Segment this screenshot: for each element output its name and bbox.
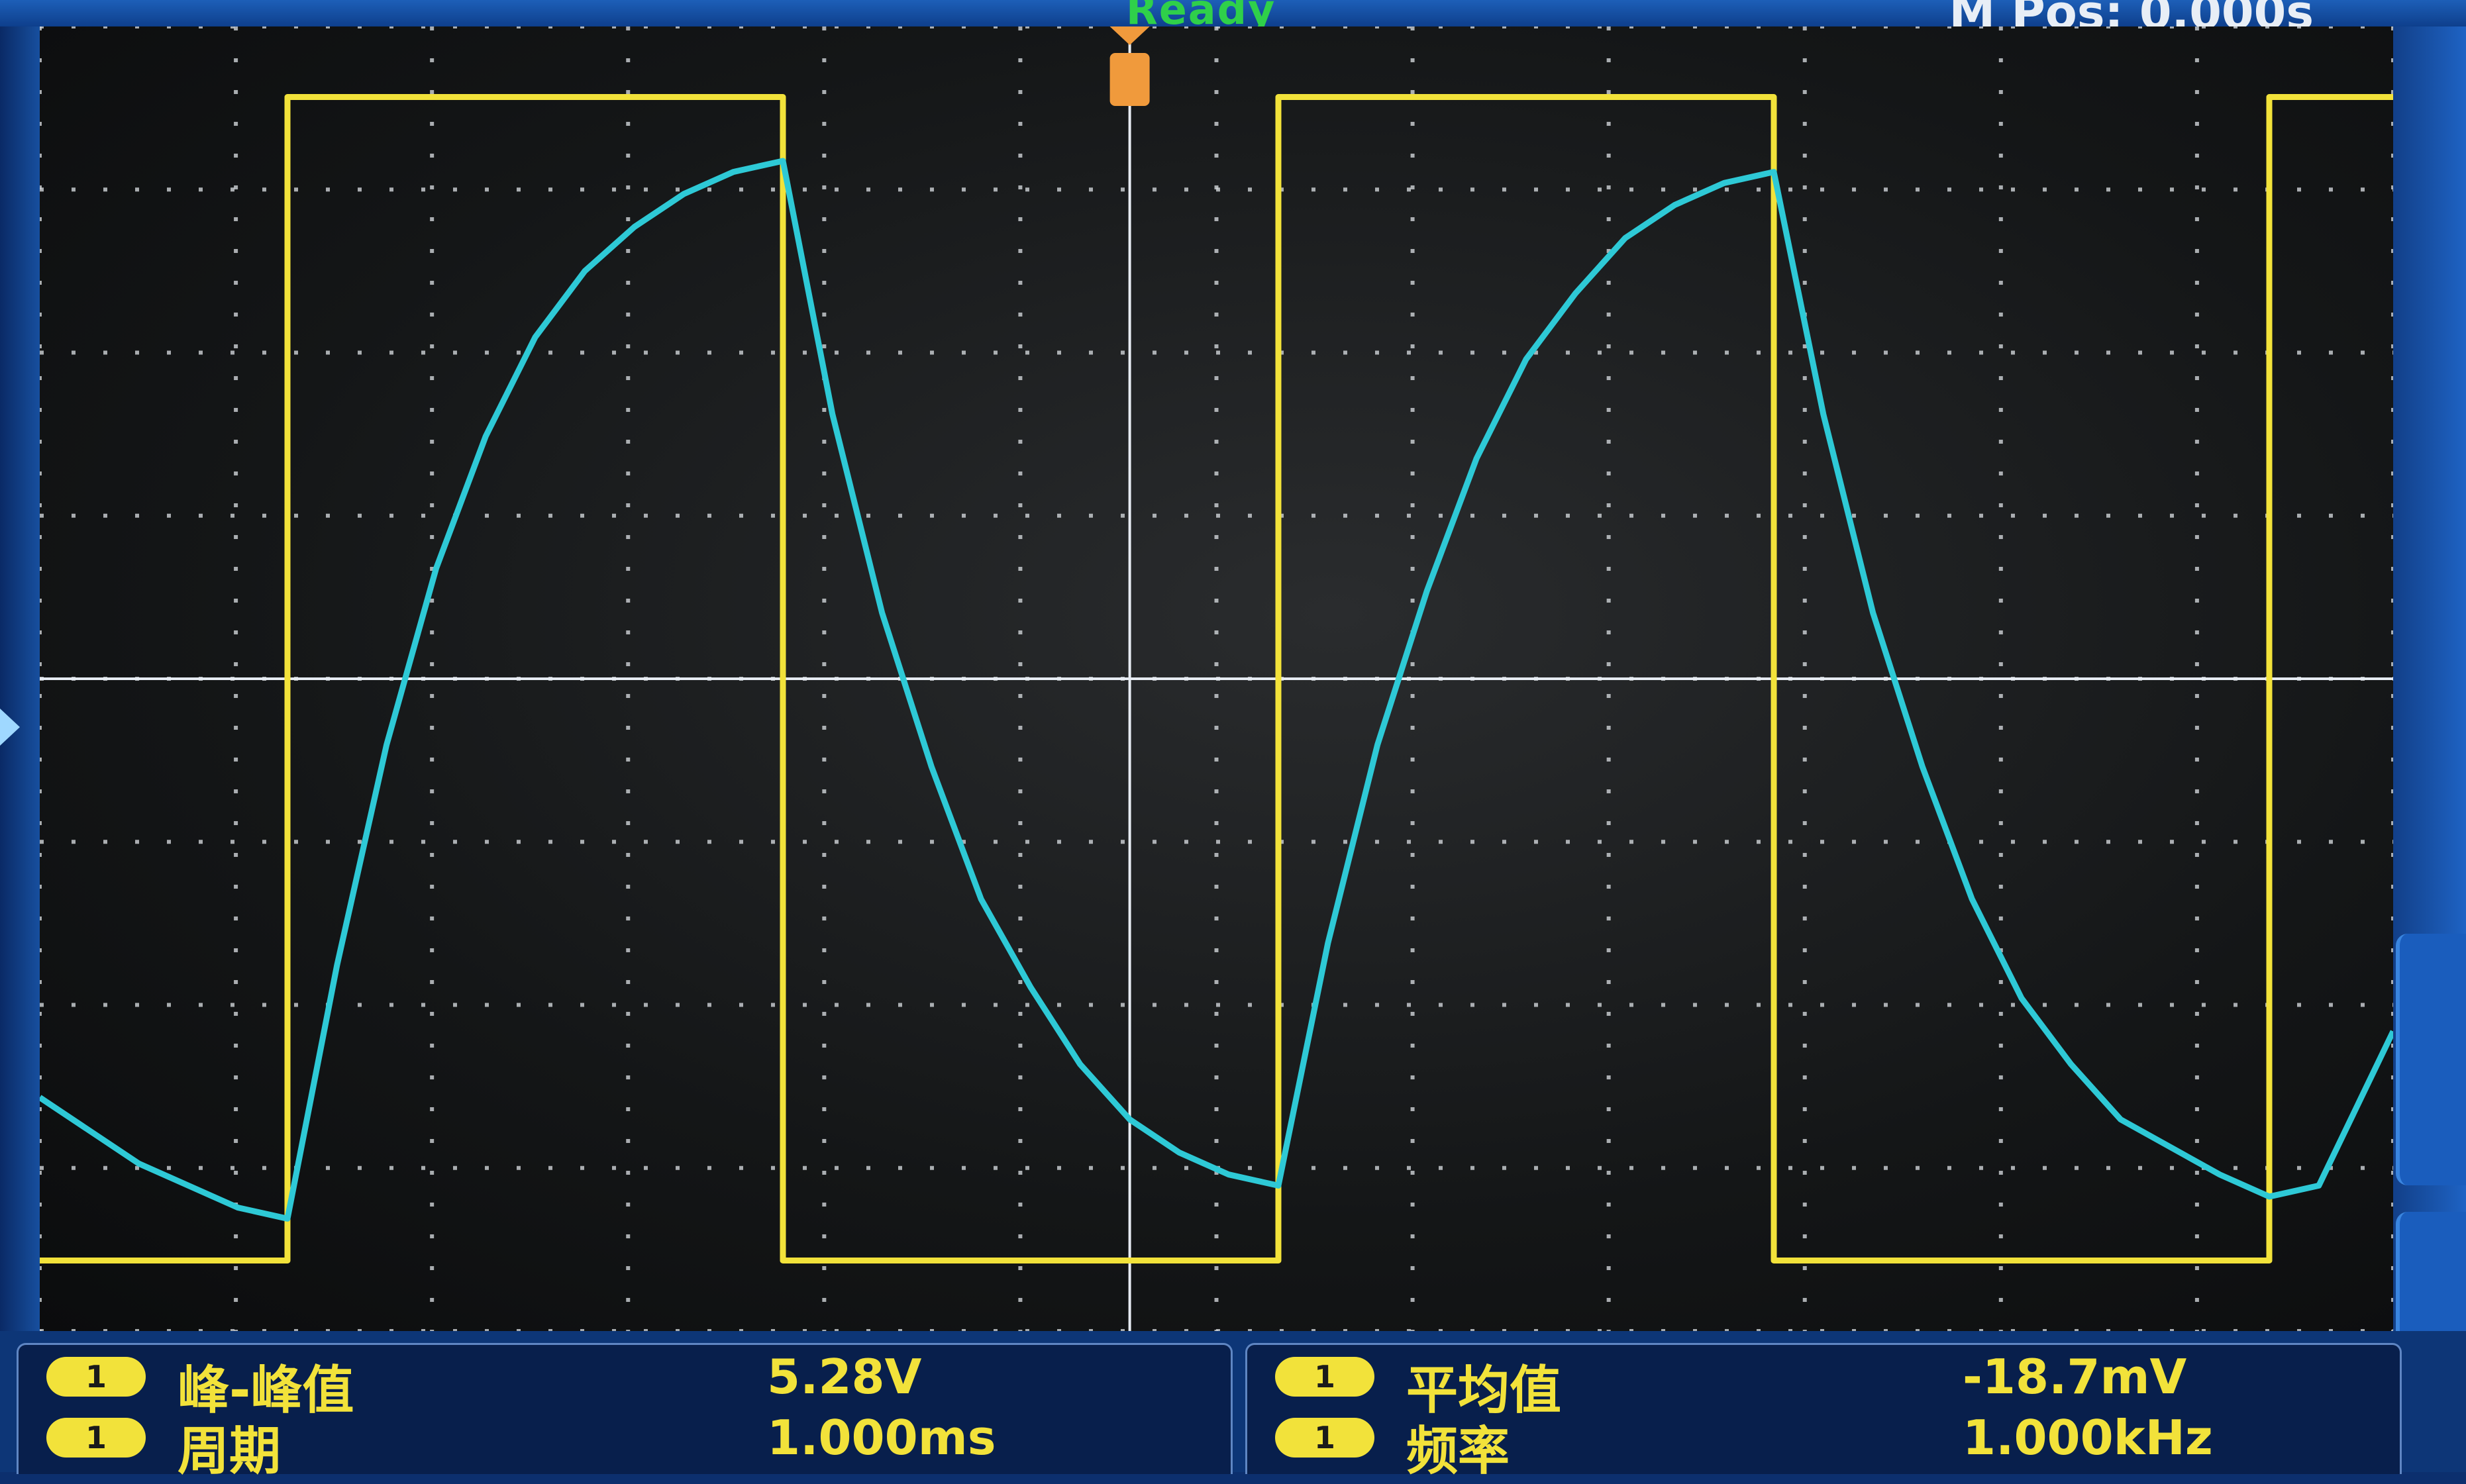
graticule xyxy=(40,26,2393,1331)
trigger-arrow-icon xyxy=(1109,26,1150,45)
measurement-row: 1 峰-峰值 5.28V xyxy=(19,1348,1231,1420)
right-softkey-rail xyxy=(2393,26,2466,1472)
measurement-value: 5.28V xyxy=(767,1349,922,1405)
channel-badge: 1 xyxy=(46,1418,146,1458)
measurement-row: 1 周期 1.000ms xyxy=(19,1409,1231,1481)
channel-level-marker-icon xyxy=(0,709,20,746)
measurement-bar: 1 峰-峰值 5.28V 1 周期 1.000ms 1 平均值 -18.7mV … xyxy=(0,1331,2466,1481)
oscilloscope-chart xyxy=(40,26,2393,1331)
measurement-label: 频率 xyxy=(1406,1422,1510,1481)
top-status-bar: Ready M Pos: 0.000s xyxy=(0,0,2466,40)
softkey-tab-1[interactable] xyxy=(2396,934,2466,1185)
measurement-row: 1 平均值 -18.7mV xyxy=(1247,1348,2400,1420)
trigger-marker xyxy=(1109,26,1150,106)
measurement-value: -18.7mV xyxy=(1963,1349,2187,1405)
waveform-ch2 xyxy=(40,158,2393,1222)
left-rail xyxy=(0,26,40,1331)
measurement-label: 周期 xyxy=(178,1422,282,1481)
channel-badge: 1 xyxy=(46,1357,146,1397)
measurement-value: 1.000kHz xyxy=(1963,1410,2213,1465)
measurement-panel-left: 1 峰-峰值 5.28V 1 周期 1.000ms xyxy=(17,1343,1233,1481)
trigger-position-icon xyxy=(1109,53,1150,106)
waveform-display xyxy=(40,26,2393,1331)
channel-badge: 1 xyxy=(1275,1357,1374,1397)
measurement-panel-right: 1 平均值 -18.7mV 1 频率 1.000kHz xyxy=(1245,1343,2402,1481)
channel-badge: 1 xyxy=(1275,1418,1374,1458)
measurement-value: 1.000ms xyxy=(767,1410,996,1465)
measurement-row: 1 频率 1.000kHz xyxy=(1247,1409,2400,1481)
